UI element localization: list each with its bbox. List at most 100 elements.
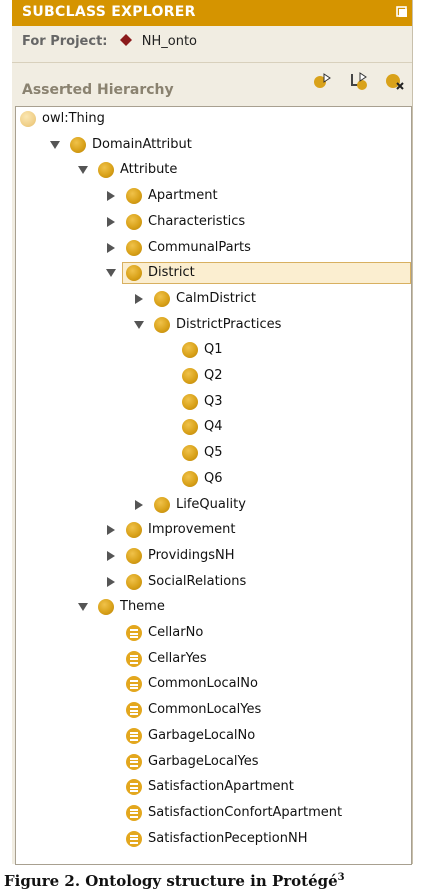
class-icon — [98, 599, 114, 616]
tree-row[interactable]: Q2 — [16, 365, 411, 387]
tree-row[interactable]: Q3 — [16, 391, 411, 413]
tree-row-label: Q5 — [204, 445, 223, 461]
tree-row[interactable]: SatisfactionPeceptionNH — [16, 828, 411, 850]
tree-row[interactable]: GarbageLocalYes — [16, 751, 411, 773]
expanded-arrow-icon[interactable] — [106, 268, 116, 278]
expanded-arrow-icon[interactable] — [78, 602, 88, 612]
tree-row[interactable]: CommonLocalNo — [16, 673, 411, 695]
tree-row[interactable]: CommunalParts — [16, 237, 411, 259]
caption-text: Figure 2. Ontology structure in Protégé — [4, 872, 338, 890]
tree-row-label: GarbageLocalYes — [148, 753, 259, 769]
tree-row-label: Improvement — [148, 522, 236, 538]
collapsed-arrow-icon[interactable] — [106, 576, 116, 587]
collapsed-arrow-icon[interactable] — [106, 550, 116, 561]
tree-row[interactable]: CellarYes — [16, 648, 411, 670]
tree-row-label: CellarNo — [148, 625, 204, 640]
tree-row-label: Theme — [120, 599, 165, 615]
tree-row-label: CellarYes — [148, 650, 207, 666]
tree-row[interactable]: Improvement — [16, 519, 411, 541]
class-icon — [126, 188, 142, 205]
collapsed-arrow-icon[interactable] — [106, 242, 116, 253]
class-icon — [154, 290, 170, 307]
tree-row[interactable]: District — [16, 262, 411, 285]
tree-row[interactable]: CommonLocalYes — [16, 699, 411, 721]
class-icon — [126, 239, 142, 256]
project-label: For Project: — [22, 34, 108, 49]
class-icon — [126, 547, 142, 564]
class-icon — [182, 470, 198, 487]
tree-row[interactable]: ProvidingsNH — [16, 545, 411, 567]
collapsed-arrow-icon[interactable] — [134, 293, 144, 304]
tree-row-label: Apartment — [148, 188, 218, 204]
tree-row[interactable]: DomainAttribut — [16, 134, 411, 156]
individual-icon — [126, 830, 142, 847]
panel-title-bar: SUBCLASS EXPLORER — [12, 0, 412, 26]
tree-row[interactable]: Theme — [16, 596, 411, 618]
tree-row[interactable]: DistrictPractices — [16, 314, 411, 336]
tree-row-label: Attribute — [120, 162, 178, 178]
collapsed-arrow-icon[interactable] — [106, 216, 116, 227]
tree-row[interactable]: Q4 — [16, 416, 411, 438]
class-icon — [154, 316, 170, 333]
individual-icon — [126, 753, 142, 770]
tree-row-label: CommunalParts — [148, 239, 251, 255]
tree-row-label: SatisfactionPeceptionNH — [148, 830, 308, 846]
project-row: For Project: NH_onto — [22, 34, 197, 49]
divider — [12, 62, 412, 63]
expanded-arrow-icon[interactable] — [78, 165, 88, 175]
class-icon — [182, 445, 198, 462]
tree-row[interactable]: owl:Thing — [16, 108, 411, 130]
tree-row[interactable]: Q1 — [16, 339, 411, 361]
figure-caption: Figure 2. Ontology structure in Protégé3 — [4, 872, 345, 890]
tree-row-label: SocialRelations — [148, 573, 247, 589]
individual-icon — [126, 625, 142, 641]
tree-row-label: Q1 — [204, 342, 223, 358]
class-icon — [182, 368, 198, 384]
individual-icon — [126, 676, 142, 693]
tree-row[interactable]: Attribute — [16, 159, 411, 181]
tree-row[interactable]: Apartment — [16, 185, 411, 207]
collapsed-arrow-icon[interactable] — [106, 191, 116, 202]
delete-class-icon[interactable] — [384, 70, 406, 92]
class-icon — [182, 393, 198, 410]
tree-row-label: Q4 — [204, 419, 223, 435]
class-icon — [182, 419, 198, 436]
tree-row-label: Q6 — [204, 470, 223, 486]
tree-row[interactable]: LifeQuality — [16, 494, 411, 516]
tree-row[interactable]: SocialRelations — [16, 571, 411, 593]
create-subclass-icon[interactable] — [312, 70, 334, 92]
expanded-arrow-icon[interactable] — [134, 320, 144, 330]
tree-row-label: SatisfactionApartment — [148, 779, 294, 795]
individual-icon — [126, 650, 142, 667]
project-name: NH_onto — [141, 34, 198, 49]
collapsed-arrow-icon[interactable] — [134, 499, 144, 510]
tree-row[interactable]: Q6 — [16, 468, 411, 490]
tree-row[interactable]: CalmDistrict — [16, 288, 411, 310]
tree-row-label: SatisfactionConfortApartment — [148, 804, 343, 820]
tree-row[interactable]: SatisfactionConfortApartment — [16, 802, 411, 824]
class-hierarchy-tree[interactable]: owl:Thing DomainAttribut Attribute Apartmen… — [15, 106, 412, 865]
create-sibling-icon[interactable] — [348, 70, 370, 92]
collapsed-arrow-icon[interactable] — [106, 525, 116, 536]
tree-row-label: DomainAttribut — [92, 136, 192, 152]
panel-title: SUBCLASS EXPLORER — [22, 4, 196, 20]
expanded-arrow-icon[interactable] — [50, 140, 60, 150]
tree-row[interactable]: SatisfactionApartment — [16, 776, 411, 798]
ontology-gem-icon — [119, 34, 132, 46]
tree-row[interactable]: CellarNo — [16, 622, 411, 644]
tree-row-label: District — [148, 265, 195, 281]
hierarchy-label: Asserted Hierarchy — [22, 82, 174, 98]
tree-row[interactable]: Q5 — [16, 442, 411, 464]
class-icon — [98, 162, 114, 179]
owl-thing-icon — [20, 111, 36, 127]
class-icon — [126, 573, 142, 590]
individual-icon — [126, 727, 142, 744]
tree-row-label: Q2 — [204, 368, 223, 383]
maximize-icon[interactable] — [396, 6, 408, 18]
caption-footnote-mark: 3 — [337, 872, 345, 883]
class-icon — [154, 496, 170, 513]
individual-icon — [126, 702, 142, 719]
tree-row[interactable]: Characteristics — [16, 211, 411, 233]
tree-row[interactable]: GarbageLocalNo — [16, 725, 411, 747]
subclass-explorer-panel: SUBCLASS EXPLORER For Project: NH_onto A… — [12, 0, 413, 865]
